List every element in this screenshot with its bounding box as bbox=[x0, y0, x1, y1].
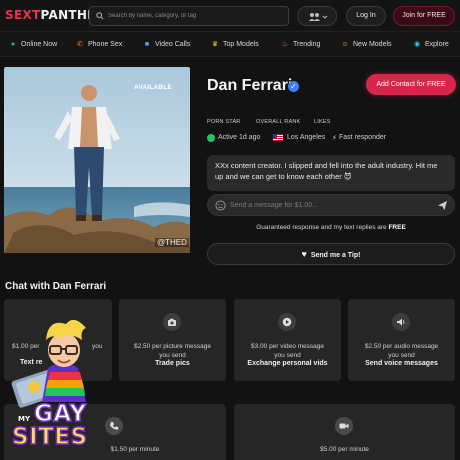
video-message-card[interactable]: $3.00 per video message you send Exchang… bbox=[234, 299, 341, 381]
profile-photo-image bbox=[4, 67, 190, 253]
nav-online-now[interactable]: ● Online Now bbox=[8, 40, 57, 50]
phone-icon: ✆ bbox=[77, 41, 83, 48]
nav-phone-sex[interactable]: ✆ Phone Sex bbox=[75, 40, 122, 50]
green-dot-icon: ● bbox=[10, 41, 16, 48]
join-button[interactable]: Join for FREE bbox=[393, 6, 455, 26]
smile-icon: ☺ bbox=[341, 41, 349, 48]
profile-name: Dan Ferrari bbox=[207, 77, 293, 94]
nav-top-models[interactable]: ♛ Top Models bbox=[210, 40, 259, 50]
stat-overall-rank: OVERALL RANK bbox=[256, 119, 301, 125]
badge-my-text: MY bbox=[18, 415, 31, 423]
nav-trending[interactable]: ♨ Trending bbox=[280, 40, 321, 50]
bolt-icon: ⚡ bbox=[332, 135, 337, 142]
login-button[interactable]: Log In bbox=[346, 6, 386, 26]
play-icon bbox=[278, 313, 296, 331]
photo-watermark: @THED bbox=[155, 238, 189, 247]
search-bar[interactable] bbox=[89, 6, 289, 26]
send-tip-button[interactable]: ♥ Send me a Tip! bbox=[207, 243, 455, 265]
us-flag-icon bbox=[273, 134, 283, 141]
nav-video-calls[interactable]: ■ Video Calls bbox=[142, 40, 190, 50]
trophy-icon: ♛ bbox=[211, 41, 219, 48]
online-status-icon bbox=[207, 134, 215, 142]
profile-photo[interactable] bbox=[4, 67, 190, 253]
chat-section-title: Chat with Dan Ferrari bbox=[5, 281, 107, 292]
bio-bubble: XXx content creator. I slipped and fell … bbox=[207, 155, 455, 191]
verified-check-icon: ✓ bbox=[288, 81, 299, 92]
send-icon[interactable] bbox=[437, 200, 448, 211]
speaker-icon bbox=[392, 313, 410, 331]
nav-explore[interactable]: ◉ Explore bbox=[412, 40, 449, 50]
add-contact-button[interactable]: Add Contact for FREE bbox=[366, 74, 456, 95]
emoji-icon[interactable] bbox=[215, 200, 226, 211]
globe-icon: ◉ bbox=[413, 41, 421, 48]
fire-icon: ♨ bbox=[281, 41, 289, 48]
search-icon bbox=[96, 12, 104, 20]
message-box[interactable] bbox=[207, 194, 455, 216]
search-input[interactable] bbox=[108, 9, 286, 23]
available-badge: AVAILABLE bbox=[134, 84, 173, 91]
message-input[interactable] bbox=[230, 199, 430, 212]
video-icon: ■ bbox=[144, 41, 150, 48]
active-status: Active 1d ago bbox=[218, 134, 261, 141]
stat-porn-star: PORN STAR bbox=[207, 119, 241, 125]
top-header: SEXTPANTHER Log In Join for FREE bbox=[0, 0, 460, 32]
location: Los Angeles bbox=[287, 134, 326, 141]
category-nav: ● Online Now ✆ Phone Sex ■ Video Calls ♛ Top… bbox=[0, 32, 460, 57]
users-chevron-icon bbox=[309, 13, 328, 21]
camera-icon bbox=[163, 313, 181, 331]
picture-message-card[interactable]: $2.50 per picture message you send Trade… bbox=[119, 299, 226, 381]
video-call-icon bbox=[335, 417, 353, 435]
badge-sites-text: SITES bbox=[11, 423, 88, 451]
heart-icon: ♥ bbox=[301, 249, 307, 259]
nav-new-models[interactable]: ☺ New Models bbox=[340, 40, 391, 50]
stat-likes: LIKES bbox=[314, 119, 331, 125]
fast-responder: Fast responder bbox=[339, 134, 387, 141]
account-menu-button[interactable] bbox=[297, 6, 337, 26]
video-call-card[interactable]: $5.00 per minute bbox=[234, 404, 455, 460]
guarantee-note: Guaranteed response and my text replies … bbox=[256, 224, 406, 231]
audio-message-card[interactable]: $2.50 per audio message you send Send vo… bbox=[348, 299, 455, 381]
